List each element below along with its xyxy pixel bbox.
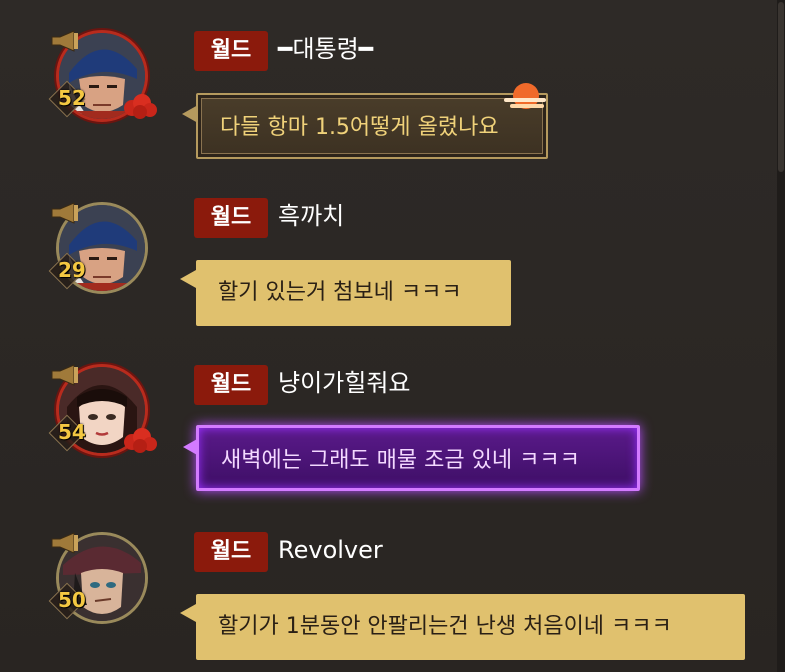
level-number: 54 bbox=[58, 420, 86, 444]
red-cloud-icon bbox=[124, 428, 157, 453]
message-bubble: 다들 항마 1.5어떻게 올렸나요 bbox=[182, 93, 548, 159]
level-number: 52 bbox=[58, 86, 86, 110]
chat-scrollbar[interactable] bbox=[777, 0, 785, 672]
username[interactable]: 냥이가힐줘요 bbox=[278, 363, 410, 403]
message-bubble: 할기 있는거 첨보네 ㅋㅋㅋ bbox=[180, 260, 511, 326]
world-channel-tag: 월드 bbox=[194, 198, 268, 238]
level-badge: 50 bbox=[48, 582, 94, 620]
username[interactable]: ━대통령━ bbox=[278, 29, 373, 69]
level-number: 50 bbox=[58, 588, 86, 612]
world-channel-tag: 월드 bbox=[194, 532, 268, 572]
scrollbar-thumb[interactable] bbox=[778, 2, 784, 172]
level-badge: 54 bbox=[48, 414, 94, 452]
avatar[interactable]: 54 bbox=[48, 358, 157, 462]
megaphone-icon bbox=[51, 532, 78, 554]
red-cloud-icon bbox=[124, 94, 157, 119]
username[interactable]: 흑까치 bbox=[278, 196, 344, 236]
avatar[interactable]: 52 bbox=[48, 24, 157, 128]
message-text: 할기 있는거 첨보네 ㅋㅋㅋ bbox=[218, 280, 462, 305]
level-number: 29 bbox=[58, 258, 86, 282]
message-bubble: 새벽에는 그래도 매물 조금 있네 ㅋㅋㅋ bbox=[183, 425, 640, 491]
level-badge: 29 bbox=[48, 252, 94, 290]
avatar[interactable]: 29 bbox=[48, 196, 154, 300]
username[interactable]: Revolver bbox=[278, 530, 383, 570]
message-text: 새벽에는 그래도 매물 조금 있네 ㅋㅋㅋ bbox=[221, 448, 580, 473]
world-channel-tag: 월드 bbox=[194, 31, 268, 71]
level-badge: 52 bbox=[48, 80, 94, 118]
message-text: 다들 항마 1.5어떻게 올렸나요 bbox=[220, 115, 499, 140]
message-text: 할기가 1분동안 안팔리는건 난생 처음이네 ㅋㅋㅋ bbox=[218, 614, 672, 639]
megaphone-icon bbox=[51, 30, 78, 52]
world-channel-tag: 월드 bbox=[194, 365, 268, 405]
sunset-cloud-icon bbox=[504, 83, 546, 109]
megaphone-icon bbox=[51, 364, 78, 386]
message-bubble: 할기가 1분동안 안팔리는건 난생 처음이네 ㅋㅋㅋ bbox=[180, 594, 745, 660]
avatar[interactable]: 50 bbox=[48, 526, 154, 630]
world-chat-panel: 52 월드 ━대통령━ 다들 항마 1.5어떻게 올렸나요 29 월드 흑까치 … bbox=[0, 0, 785, 672]
megaphone-icon bbox=[51, 202, 78, 224]
